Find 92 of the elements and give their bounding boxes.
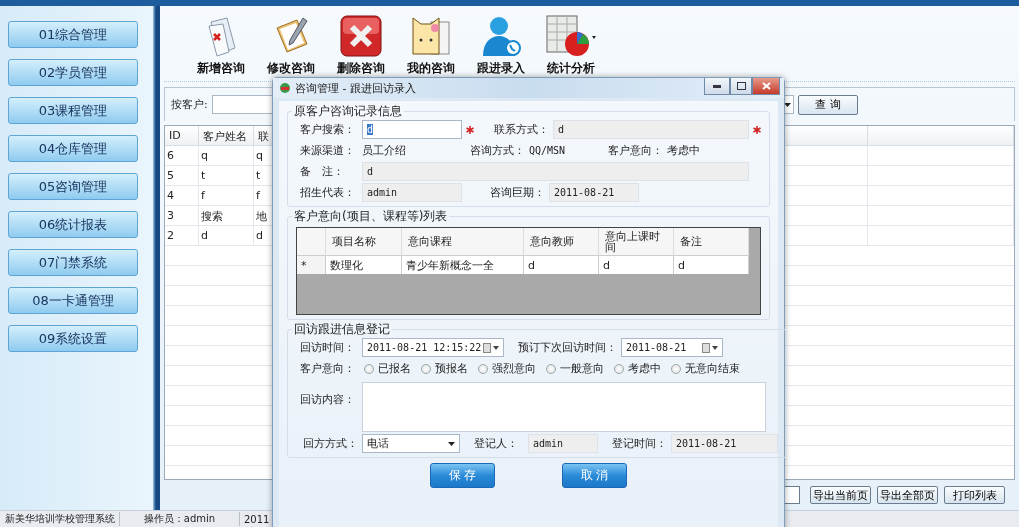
cat-folder-icon — [409, 14, 453, 58]
column-header: 意向课程 — [402, 228, 524, 256]
visit-time-picker[interactable]: 2011-08-21 12:15:22 — [362, 338, 504, 357]
section-title: 回访跟进信息登记 — [293, 321, 391, 338]
app-icon — [279, 82, 291, 94]
rep-field: admin — [362, 183, 462, 202]
status-text: 操作员：admin — [120, 512, 240, 526]
column-header: 项目名称 — [326, 228, 402, 256]
table-cell: q — [199, 146, 254, 166]
table-cell: 6 — [165, 146, 199, 166]
column-header: 意向上课时间 — [599, 228, 674, 256]
close-icon — [761, 82, 771, 90]
minimize-icon — [713, 84, 721, 88]
field-label: 客户意向： — [608, 143, 663, 158]
register-time-field: 2011-08-21 — [671, 434, 778, 453]
method-dropdown[interactable]: 电话 — [362, 434, 460, 453]
intent-radio[interactable]: 强烈意向 — [478, 361, 536, 376]
field-label: 咨询巨期： — [490, 185, 545, 200]
table-cell: 2 — [165, 226, 199, 246]
table-cell: 青少年新概念一全 — [402, 256, 524, 274]
column-header: ID — [165, 126, 199, 146]
sidebar-item[interactable]: 05咨询管理 — [8, 173, 138, 200]
sidebar-item[interactable]: 04仓库管理 — [8, 135, 138, 162]
sidebar-item[interactable]: 09系统设置 — [8, 325, 138, 352]
table-cell: t — [199, 166, 254, 186]
chart-icon — [545, 14, 597, 58]
sidebar-item[interactable]: 03课程管理 — [8, 97, 138, 124]
field-label: 客户意向： — [300, 361, 354, 376]
sidebar-item[interactable]: 02学员管理 — [8, 59, 138, 86]
contact-field: d — [553, 120, 749, 139]
export-button[interactable]: 导出全部页 — [877, 486, 938, 504]
section-title: 客户意向(项目、课程等)列表 — [293, 208, 449, 225]
sidebar-item[interactable]: 08一卡通管理 — [8, 287, 138, 314]
row-marker: * — [297, 256, 326, 274]
caret-icon — [448, 441, 455, 446]
delete-icon — [339, 14, 383, 58]
section-title: 原客户咨询记录信息 — [293, 103, 403, 120]
window-title: 咨询管理 - 跟进回访录入 — [295, 80, 416, 96]
intent-radio[interactable]: 已报名 — [364, 361, 411, 376]
intent-radio[interactable]: 考虑中 — [614, 361, 661, 376]
field-label: 来源渠道： — [300, 143, 356, 158]
query-button[interactable]: 查 询 — [798, 94, 858, 115]
close-button[interactable] — [752, 78, 780, 95]
toolbar-button[interactable]: 新增咨询 — [190, 14, 252, 81]
field-label: 登记人： — [474, 436, 519, 451]
search-label: 按客户: — [171, 97, 208, 112]
table-cell: 4 — [165, 186, 199, 206]
table-cell: 5 — [165, 166, 199, 186]
field-label: 咨询方式： — [470, 143, 525, 158]
remarks-field: d — [362, 162, 749, 181]
calendar-dropdown-icon — [483, 342, 499, 353]
table-cell: d — [674, 256, 749, 274]
status-text: 新美华培训学校管理系统 — [0, 512, 120, 526]
field-value: 考虑中 — [667, 143, 700, 158]
sidebar-item[interactable]: 01综合管理 — [8, 21, 138, 48]
table-cell: 数理化 — [326, 256, 402, 274]
field-label: 备 注： — [300, 164, 345, 179]
maximize-icon — [736, 82, 746, 90]
export-button[interactable]: 导出当前页 — [810, 486, 871, 504]
field-label: 回方方式： — [302, 436, 358, 451]
sidebar-item[interactable]: 07门禁系统 — [8, 249, 138, 276]
next-visit-picker[interactable]: 2011-08-21 — [621, 338, 723, 357]
table-cell: f — [199, 186, 254, 206]
field-label: 登记时间： — [612, 436, 667, 451]
customer-search-field[interactable]: d — [362, 120, 462, 139]
field-label: 回访内容： — [300, 392, 356, 407]
sidebar-item[interactable]: 06统计报表 — [8, 211, 138, 238]
field-label: 预订下次回访时间： — [518, 340, 617, 355]
column-header: 备注 — [674, 228, 749, 256]
date-field: 2011-08-21 — [549, 183, 639, 202]
table-cell: 搜索 — [199, 206, 254, 226]
export-button[interactable]: 打印列表 — [944, 486, 1005, 504]
field-label: 回访时间： — [300, 340, 356, 355]
table-cell: d — [199, 226, 254, 246]
table-cell: d — [524, 256, 599, 274]
field-label: 招生代表： — [300, 185, 356, 200]
table-cell: d — [599, 256, 674, 274]
intent-radio[interactable]: 一般意向 — [546, 361, 604, 376]
field-value: QQ/MSN — [529, 145, 567, 156]
calendar-dropdown-icon — [702, 342, 718, 353]
column-header: 客户姓名 — [199, 126, 254, 146]
table-cell: 3 — [165, 206, 199, 226]
registrar-field: admin — [528, 434, 598, 453]
splitter-bar[interactable] — [153, 6, 160, 510]
intent-radio[interactable]: 预报名 — [421, 361, 468, 376]
field-value: 员工介绍 — [362, 143, 407, 158]
minimize-button[interactable] — [704, 78, 730, 95]
caret-icon — [784, 102, 791, 107]
content-field[interactable] — [362, 382, 766, 432]
maximize-button[interactable] — [730, 78, 752, 95]
intent-radio[interactable]: 无意向结束 — [671, 361, 740, 376]
column-header: 意向教师 — [524, 228, 599, 256]
